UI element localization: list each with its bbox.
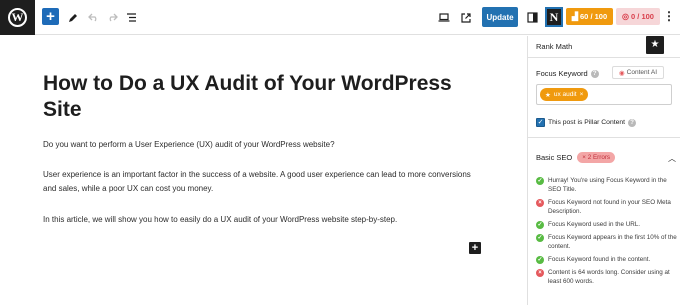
check-success-icon: ✓ — [536, 176, 544, 185]
focus-keyword-label: Focus Keyword ? — [536, 69, 599, 78]
remove-keyword-icon[interactable]: × — [580, 91, 584, 98]
readability-score-button[interactable]: ◎ 0 / 100 — [616, 8, 660, 25]
post-title[interactable]: How to Do a UX Audit of Your WordPress S… — [43, 71, 463, 123]
settings-sidebar-toggle-icon[interactable] — [525, 7, 539, 28]
readability-icon: ◎ — [622, 12, 630, 21]
seo-checks-list: ✓ Hurray! You're using Focus Keyword in … — [536, 176, 678, 290]
help-icon[interactable]: ? — [628, 118, 637, 127]
list-item: × Focus Keyword not found in your SEO Me… — [536, 198, 678, 216]
basic-seo-header[interactable]: Basic SEO × 2 Errors — [536, 151, 674, 164]
check-text: Focus Keyword used in the URL. — [548, 221, 641, 228]
list-item: × Content is 64 words long. Consider usi… — [536, 268, 678, 286]
rank-math-icon: ▟ — [571, 12, 579, 21]
n-plugin-button[interactable]: N — [545, 7, 563, 27]
chevron-up-icon[interactable]: ︿ — [668, 153, 676, 164]
list-item: ✓ Focus Keyword used in the URL. — [536, 220, 678, 229]
check-error-icon: × — [536, 198, 544, 207]
help-icon[interactable]: ? — [590, 69, 599, 78]
check-success-icon: ✓ — [536, 233, 544, 242]
pillar-content-label[interactable]: This post is Pillar Content — [548, 119, 625, 126]
rank-math-seo-score-button[interactable]: ▟ 60 / 100 — [566, 8, 613, 25]
content-ai-icon: ◉ — [618, 69, 625, 77]
add-block-button[interactable]: + — [42, 8, 59, 25]
paragraph-block[interactable]: Do you want to perform a User Experience… — [43, 138, 483, 152]
undo-icon[interactable] — [86, 7, 100, 28]
pin-star-button[interactable]: ★ — [646, 36, 664, 54]
options-menu-icon[interactable]: ⋮ — [663, 8, 675, 25]
preview-desktop-icon[interactable] — [437, 7, 451, 28]
update-button[interactable]: Update — [482, 7, 518, 27]
check-error-icon: × — [536, 268, 544, 277]
wordpress-logo-button[interactable]: W — [0, 0, 35, 35]
editor-toolbar: W + Update N ▟ 60 / 100 ◎ 0 / 100 ⋮ — [0, 0, 680, 35]
content-ai-button[interactable]: ◉ Content AI — [612, 66, 664, 79]
editor-canvas[interactable]: How to Do a UX Audit of Your WordPress S… — [0, 36, 527, 305]
keyword-tag-label: ux audit — [553, 91, 577, 98]
sidebar-title: Rank Math — [536, 42, 573, 51]
readability-score-value: 0 / 100 — [631, 12, 654, 21]
check-text: Focus Keyword appears in the first 10% o… — [548, 234, 677, 250]
view-post-external-icon[interactable] — [459, 7, 473, 28]
redo-icon[interactable] — [105, 7, 119, 28]
errors-badge: × 2 Errors — [577, 152, 616, 163]
check-text: Content is 64 words long. Consider using… — [548, 269, 670, 285]
paragraph-block[interactable]: User experience is an important factor i… — [43, 168, 483, 196]
check-text: Hurray! You're using Focus Keyword in th… — [548, 177, 667, 193]
divider — [528, 137, 680, 138]
focus-keyword-label-text: Focus Keyword — [536, 69, 588, 78]
inline-add-block-button[interactable]: + — [469, 242, 481, 254]
tools-pencil-icon[interactable] — [66, 7, 80, 28]
basic-seo-title: Basic SEO — [536, 153, 573, 162]
seo-score-value: 60 / 100 — [580, 12, 608, 21]
list-item: ✓ Focus Keyword appears in the first 10%… — [536, 233, 678, 251]
wordpress-icon: W — [8, 8, 27, 27]
check-success-icon: ✓ — [536, 220, 544, 229]
list-item: ✓ Focus Keyword found in the content. — [536, 255, 678, 264]
keyword-tag[interactable]: ★ ux audit × — [540, 88, 589, 101]
divider — [528, 57, 680, 58]
check-success-icon: ✓ — [536, 255, 544, 264]
pillar-content-row: ✓ This post is Pillar Content ? — [536, 118, 637, 127]
document-overview-icon[interactable] — [124, 7, 138, 28]
paragraph-block[interactable]: In this article, we will show you how to… — [43, 213, 483, 227]
rank-math-sidebar: Rank Math ★ Focus Keyword ? ◉ Content AI… — [527, 36, 680, 305]
focus-keyword-input[interactable]: ★ ux audit × — [536, 84, 672, 105]
pillar-content-checkbox[interactable]: ✓ — [536, 118, 545, 127]
check-text: Focus Keyword not found in your SEO Meta… — [548, 199, 671, 215]
list-item: ✓ Hurray! You're using Focus Keyword in … — [536, 176, 678, 194]
sidebar-header: Rank Math ★ — [528, 36, 680, 56]
check-text: Focus Keyword found in the content. — [548, 256, 651, 263]
star-icon: ★ — [545, 91, 551, 99]
content-ai-label: Content AI — [626, 69, 658, 76]
